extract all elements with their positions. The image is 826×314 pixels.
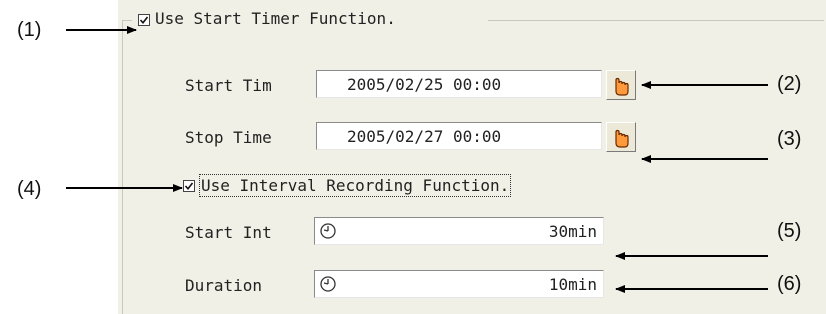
callout-arrows xyxy=(66,26,768,293)
